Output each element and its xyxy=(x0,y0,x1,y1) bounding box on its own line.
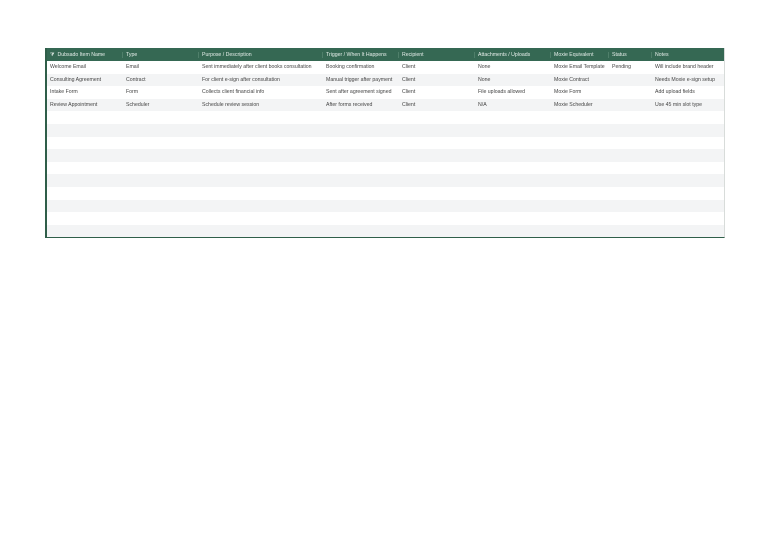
column-header[interactable]: Recipient xyxy=(399,51,475,58)
column-header-label: Type xyxy=(126,51,138,58)
table-row xyxy=(47,162,724,175)
table-cell[interactable]: Client xyxy=(399,77,475,83)
table-row xyxy=(47,174,724,187)
column-header[interactable]: Notes xyxy=(652,52,724,58)
table-cell[interactable]: Email xyxy=(123,64,199,70)
table-row xyxy=(47,212,724,225)
table-row xyxy=(47,199,724,213)
table-cell[interactable]: Form xyxy=(123,89,199,95)
table-cell[interactable]: Moxie Email Template xyxy=(551,64,609,70)
column-header-label: Attachments / Uploads xyxy=(478,51,531,58)
table-cell[interactable]: Will include brand header xyxy=(652,64,724,70)
table-cell[interactable]: Client xyxy=(399,102,475,108)
table-cell[interactable]: File uploads allowed xyxy=(475,89,551,95)
table-row xyxy=(47,149,724,162)
column-header[interactable]: Type xyxy=(123,51,199,58)
table-cell[interactable]: None xyxy=(475,77,551,83)
column-header[interactable]: Attachments / Uploads xyxy=(475,51,551,58)
table-cell[interactable]: Manual trigger after payment xyxy=(323,77,399,83)
table-cell[interactable]: Intake Form xyxy=(47,89,123,95)
column-header-label: Notes xyxy=(655,51,669,58)
column-header-label: Purpose / Description xyxy=(202,51,252,58)
table-cell[interactable]: Moxie Contract xyxy=(551,77,609,83)
table-row: Intake Form Form Collects client financial… xyxy=(47,86,724,99)
table-cell[interactable]: Client xyxy=(399,64,475,70)
table-row xyxy=(47,137,724,150)
table-cell[interactable]: Use 45 min slot type xyxy=(652,102,724,108)
column-header-label: Recipient xyxy=(402,51,424,58)
table-cell[interactable]: Contract xyxy=(123,77,199,83)
filter-icon[interactable]: ⧩ xyxy=(50,52,54,58)
table-row xyxy=(47,123,724,137)
table-cell[interactable]: Welcome Email xyxy=(47,64,123,70)
table-cell[interactable]: Client xyxy=(399,89,475,95)
column-header[interactable]: Status xyxy=(609,51,652,58)
column-header[interactable]: Moxie Equivalent xyxy=(551,51,609,58)
table-row xyxy=(47,111,724,124)
table-cell[interactable]: N/A xyxy=(475,102,551,108)
column-header-label: Moxie Equivalent xyxy=(554,51,594,58)
table-row: Welcome Email Email Sent immediately after… xyxy=(47,61,724,74)
table-cell[interactable]: Needs Moxie e-sign setup xyxy=(652,77,724,83)
table-cell[interactable]: For client e-sign after consultation xyxy=(199,77,323,83)
column-header-label: Dubsado Item Name xyxy=(57,51,106,58)
table-cell[interactable]: Collects client financial info xyxy=(199,89,323,95)
table-row: Consulting Agreement Contract For client e… xyxy=(47,73,724,87)
table-cell[interactable]: Consulting Agreement xyxy=(47,77,123,83)
column-header[interactable]: ⧩ Dubsado Item Name xyxy=(47,51,123,58)
table-cell[interactable]: Sent immediately after client books cons… xyxy=(199,64,323,70)
table-cell[interactable]: Add upload fields xyxy=(652,89,724,95)
header-row: ⧩ Dubsado Item Name Type Purpose / Descript… xyxy=(47,48,724,61)
table-cell[interactable]: Sent after agreement signed xyxy=(323,89,399,95)
table-cell[interactable]: Schedule review session xyxy=(199,102,323,108)
table-row xyxy=(47,224,724,238)
table-cell[interactable]: Review Appointment xyxy=(47,102,123,108)
table-cell[interactable]: After forms received xyxy=(323,102,399,108)
column-header[interactable]: Trigger / When It Happens xyxy=(323,51,399,58)
spreadsheet-table: ⧩ Dubsado Item Name Type Purpose / Descript… xyxy=(45,48,725,239)
table-cell[interactable]: None xyxy=(475,64,551,70)
column-header[interactable]: Purpose / Description xyxy=(199,51,323,58)
table-cell[interactable]: Booking confirmation xyxy=(323,64,399,70)
table-cell[interactable]: Pending xyxy=(609,64,652,70)
table-cell[interactable]: Moxie Scheduler xyxy=(551,102,609,108)
column-header-label: Trigger / When It Happens xyxy=(326,51,387,58)
table-row: Review Appointment Scheduler Schedule revi… xyxy=(47,98,724,112)
table-cell[interactable]: Scheduler xyxy=(123,102,199,108)
table-row xyxy=(47,187,724,200)
table-cell[interactable]: Moxie Form xyxy=(551,89,609,95)
column-header-label: Status xyxy=(612,51,627,58)
